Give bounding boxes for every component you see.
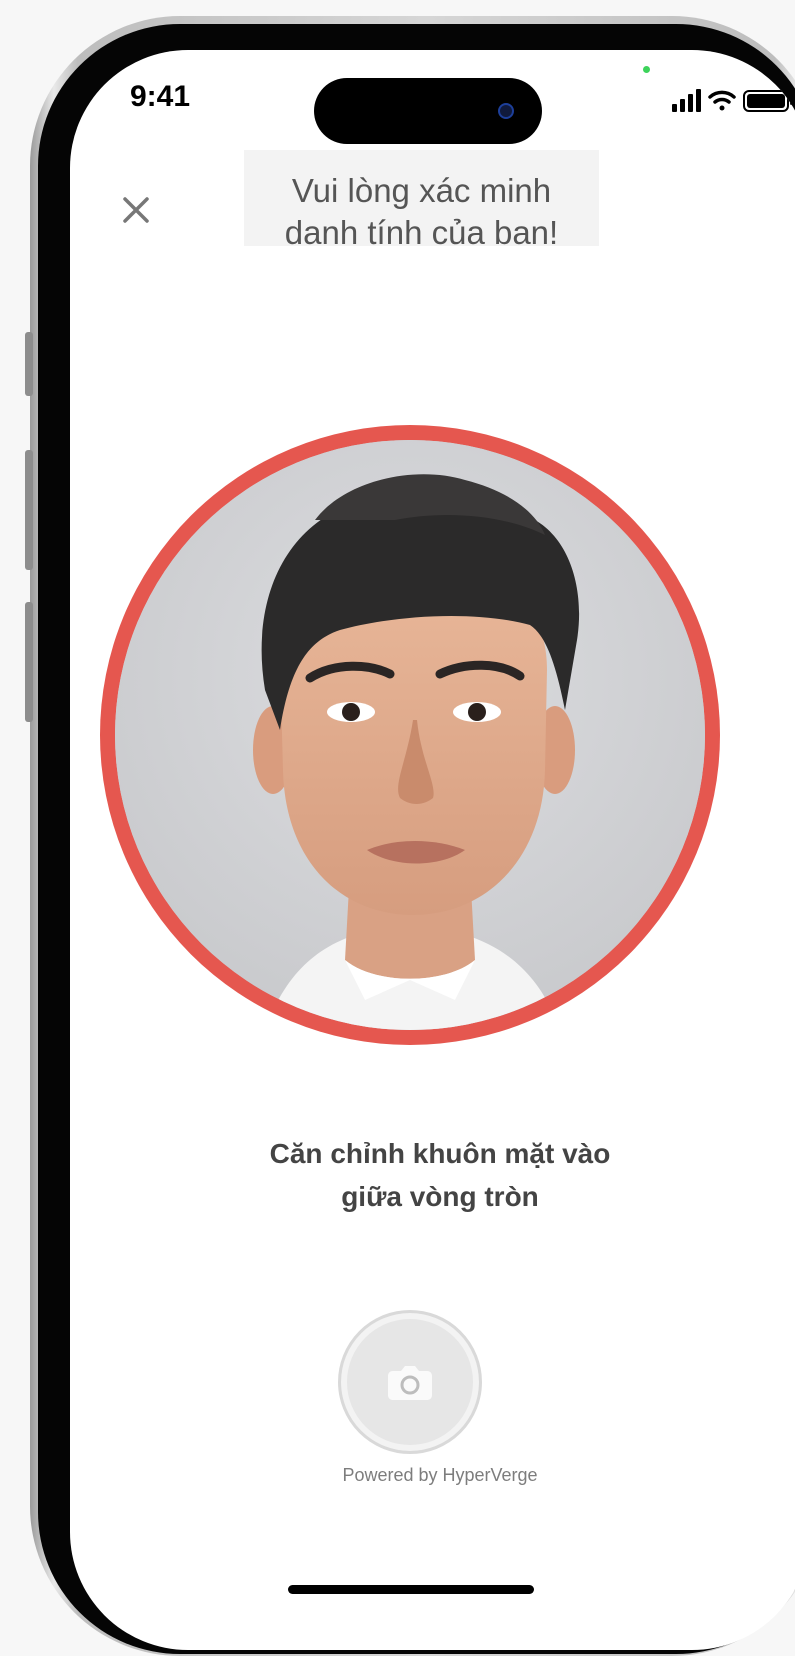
front-camera-icon (498, 103, 514, 119)
app-screen: 9:41 Vui lòng xác minh danh tính của bạn… (70, 50, 795, 1650)
wifi-icon (708, 90, 736, 111)
battery-icon (743, 90, 793, 112)
volume-down-button (25, 602, 33, 722)
capture-button[interactable] (338, 1310, 482, 1454)
title-line-1: Vui lòng xác minh (291, 172, 552, 209)
instruction-line-2: giữa vòng tròn (341, 1181, 539, 1212)
status-time: 9:41 (130, 80, 191, 113)
status-icons (672, 88, 795, 114)
dynamic-island (314, 78, 542, 144)
page-title: Vui lòng xác minh danh tính của bạn! (244, 150, 599, 246)
camera-in-use-indicator (643, 66, 650, 73)
face-alignment-instruction: Căn chỉnh khuôn mặt vào giữa vòng tròn (70, 1132, 795, 1218)
title-line-2: danh tính của bạn! (284, 214, 559, 246)
close-icon (123, 197, 149, 223)
instruction-line-1: Căn chỉnh khuôn mặt vào (269, 1138, 611, 1169)
camera-preview (115, 440, 705, 1030)
volume-up-button (25, 450, 33, 570)
home-indicator[interactable] (288, 1585, 534, 1594)
cellular-signal-icon (672, 89, 701, 112)
silent-switch (25, 332, 33, 396)
close-button[interactable] (114, 188, 158, 232)
powered-by-text: Powered by HyperVerge (342, 1465, 538, 1485)
camera-icon (388, 1366, 432, 1400)
face-preview-image (115, 440, 705, 1030)
